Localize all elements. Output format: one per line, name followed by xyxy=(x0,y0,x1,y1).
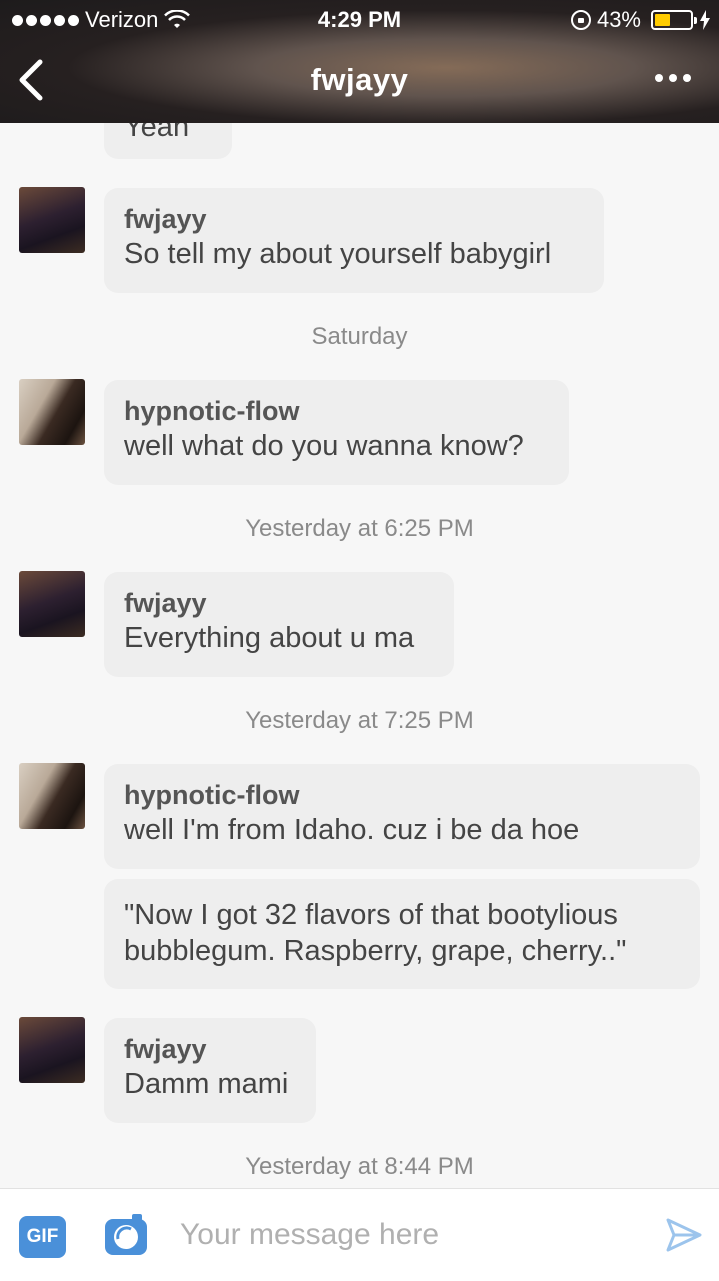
sender-name[interactable]: fwjayy xyxy=(124,1032,296,1066)
sender-name[interactable]: hypnotic-flow xyxy=(124,394,549,428)
message-bubble: fwjayy Everything about u ma xyxy=(104,572,454,677)
avatar[interactable] xyxy=(19,379,85,445)
timestamp: Yesterday at 6:25 PM xyxy=(245,515,474,542)
send-icon[interactable] xyxy=(665,1217,703,1253)
message-text: Damm mami xyxy=(124,1068,289,1100)
message-text: well what do you wanna know? xyxy=(124,430,524,462)
message-text: Everything about u ma xyxy=(124,622,415,654)
message-text: well I'm from Idaho. cuz i be da hoe xyxy=(124,814,580,846)
avatar[interactable] xyxy=(19,571,85,637)
message-bubble: "Now I got 32 flavors of that bootylious… xyxy=(104,879,700,989)
message-text: "Now I got 32 flavors of that bootylious… xyxy=(124,899,627,967)
message-thread[interactable]: Yeah fwjayy So tell my about yourself ba… xyxy=(0,123,719,1188)
message-composer: GIF xyxy=(0,1188,719,1281)
message-bubble: fwjayy So tell my about yourself babygir… xyxy=(104,188,604,293)
status-bar: Verizon 4:29 PM 43% xyxy=(0,0,719,40)
rotation-lock-icon xyxy=(570,10,591,30)
message-bubble: fwjayy Damm mami xyxy=(104,1018,316,1123)
header: Verizon 4:29 PM 43% fwjayy xyxy=(0,0,719,123)
message-input[interactable] xyxy=(170,1209,650,1261)
timestamp: Yesterday at 7:25 PM xyxy=(245,707,474,734)
message-bubble: hypnotic-flow well I'm from Idaho. cuz i… xyxy=(104,764,700,869)
nav-bar: fwjayy xyxy=(0,40,719,123)
battery-percent: 43% xyxy=(596,7,641,32)
message-text: Yeah xyxy=(124,123,190,143)
battery-icon xyxy=(651,10,697,30)
more-options-icon[interactable] xyxy=(655,74,691,82)
timestamp: Yesterday at 8:44 PM xyxy=(245,1153,474,1180)
sender-name[interactable]: fwjayy xyxy=(124,202,584,236)
gif-button[interactable]: GIF xyxy=(19,1216,66,1258)
message-bubble: hypnotic-flow well what do you wanna kno… xyxy=(104,380,569,485)
avatar[interactable] xyxy=(19,763,85,829)
conversation-title: fwjayy xyxy=(310,62,409,97)
sender-name[interactable]: fwjayy xyxy=(124,586,434,620)
message-bubble: Yeah xyxy=(104,123,232,159)
sender-name[interactable]: hypnotic-flow xyxy=(124,778,680,812)
avatar[interactable] xyxy=(19,1017,85,1083)
avatar[interactable] xyxy=(19,187,85,253)
message-text: So tell my about yourself babygirl xyxy=(124,238,552,270)
charging-bolt-icon xyxy=(700,10,710,30)
camera-icon[interactable] xyxy=(104,1213,148,1257)
battery-fill xyxy=(655,14,670,26)
timestamp: Saturday xyxy=(311,323,408,350)
